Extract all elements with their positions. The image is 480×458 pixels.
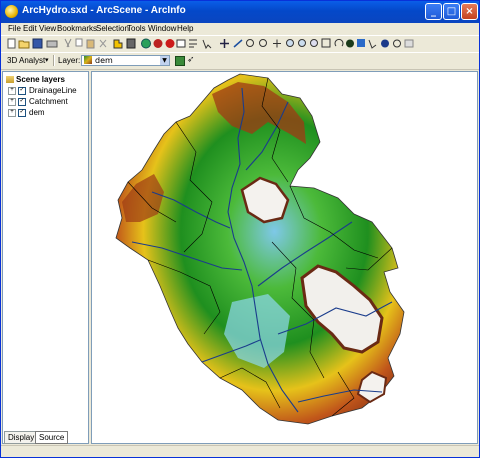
- layer-checkbox-dem[interactable]: ✓: [18, 108, 26, 117]
- globe-icon: [141, 38, 151, 49]
- zoom-in-icon: [286, 39, 294, 47]
- expand-icon[interactable]: +: [8, 97, 16, 106]
- print-icon: [46, 40, 58, 48]
- layer-name: dem: [29, 108, 45, 117]
- toolbar-separator: [53, 55, 55, 66]
- arcscene-window: ArcHydro.sxd - ArcScene - ArcInfo _ □ × …: [0, 0, 480, 458]
- scene-layers-header[interactable]: Scene layers: [6, 75, 65, 85]
- new-icon: [7, 38, 16, 49]
- zoom-out-icon: [298, 39, 306, 47]
- open-icon: [18, 40, 30, 49]
- layer-dem[interactable]: + ✓ dem: [8, 108, 45, 118]
- observer-icon: [346, 39, 354, 48]
- surface-icon[interactable]: [175, 56, 185, 66]
- 3d-analyst-dropdown-icon[interactable]: ▾: [45, 56, 49, 64]
- menu-window[interactable]: Window: [148, 24, 176, 33]
- navigate-icon: [220, 39, 229, 48]
- layer-select-value: dem: [95, 56, 113, 65]
- chevron-down-icon[interactable]: ▼: [160, 56, 169, 65]
- color-icon: [165, 39, 175, 48]
- layer-name: Catchment: [29, 97, 68, 106]
- layers-icon: [6, 76, 14, 84]
- scene-layers-label: Scene layers: [16, 75, 65, 84]
- zoom-in-out-icon: [246, 39, 254, 47]
- scene-view[interactable]: [91, 71, 478, 444]
- expand-icon[interactable]: +: [8, 108, 16, 117]
- frame-icon: [176, 39, 186, 48]
- layer-catchment[interactable]: + ✓ Catchment: [8, 97, 68, 107]
- tab-display[interactable]: Display: [4, 431, 39, 444]
- title-bar[interactable]: ArcHydro.sxd - ArcScene - ArcInfo _ □ ×: [1, 1, 479, 23]
- cut-icon: [64, 38, 72, 48]
- menu-view[interactable]: View: [39, 24, 56, 33]
- layer-select[interactable]: dem ▼: [81, 55, 170, 66]
- menu-bookmarks[interactable]: Bookmarks: [57, 24, 97, 33]
- pan-icon: [273, 39, 281, 48]
- find-icon: [381, 39, 389, 48]
- scene-properties-icon: [126, 38, 136, 49]
- fly-icon: [233, 39, 243, 48]
- maximize-button[interactable]: □: [443, 3, 460, 20]
- select-icon: [368, 39, 377, 49]
- standard-toolbar: [1, 35, 479, 53]
- contour-icon[interactable]: ➶: [187, 55, 195, 65]
- rotate-icon: [334, 38, 344, 47]
- add-data-icon: [113, 39, 123, 49]
- paste-icon: [86, 39, 95, 49]
- menu-tools[interactable]: Tools: [127, 24, 146, 33]
- 3d-analyst-menu[interactable]: 3D Analyst: [7, 56, 45, 65]
- toolbar-icons[interactable]: [5, 36, 425, 51]
- menu-selection[interactable]: Selection: [96, 24, 129, 33]
- terrain-3d-view[interactable]: [92, 72, 477, 443]
- save-icon: [32, 38, 43, 49]
- menu-file[interactable]: File: [8, 24, 21, 33]
- analyst-toolbar: 3D Analyst ▾ Layer: dem ▼ ➶: [1, 52, 479, 70]
- hyperlink-icon: [404, 39, 414, 48]
- layer-label: Layer:: [58, 56, 81, 65]
- layer-checkbox-drainageline[interactable]: ✓: [18, 86, 26, 95]
- target-center-icon: [259, 39, 267, 47]
- layer-checkbox-catchment[interactable]: ✓: [18, 97, 26, 106]
- layer-name: DrainageLine: [29, 86, 77, 95]
- layer-icon: [153, 39, 163, 48]
- copy-icon: [75, 38, 83, 47]
- minimize-button[interactable]: _: [425, 3, 442, 20]
- table-of-contents: Scene layers + ✓ DrainageLine + ✓ Catchment …: [2, 71, 89, 444]
- menu-help[interactable]: Help: [177, 24, 193, 33]
- layer-drainageline[interactable]: + ✓ DrainageLine: [8, 86, 77, 96]
- menu-edit[interactable]: Edit: [23, 24, 37, 33]
- identify-icon: [357, 39, 365, 47]
- expand-icon[interactable]: +: [8, 86, 16, 95]
- arrange-icon: [189, 39, 197, 48]
- arcscene-app-icon: [5, 5, 18, 18]
- close-button[interactable]: ×: [461, 3, 478, 20]
- menu-bar: File Edit View Bookmarks Selection Tools…: [1, 23, 479, 35]
- zoom-layer-icon: [321, 38, 331, 48]
- window-title: ArcHydro.sxd - ArcScene - ArcInfo: [22, 5, 186, 16]
- tab-source[interactable]: Source: [35, 431, 69, 444]
- delete-icon: [99, 39, 107, 48]
- measure-icon: [393, 39, 401, 48]
- raster-layer-icon: [84, 56, 92, 64]
- full-extent-icon: [310, 39, 318, 47]
- status-bar: [1, 445, 479, 457]
- whats-this-icon: [202, 39, 212, 50]
